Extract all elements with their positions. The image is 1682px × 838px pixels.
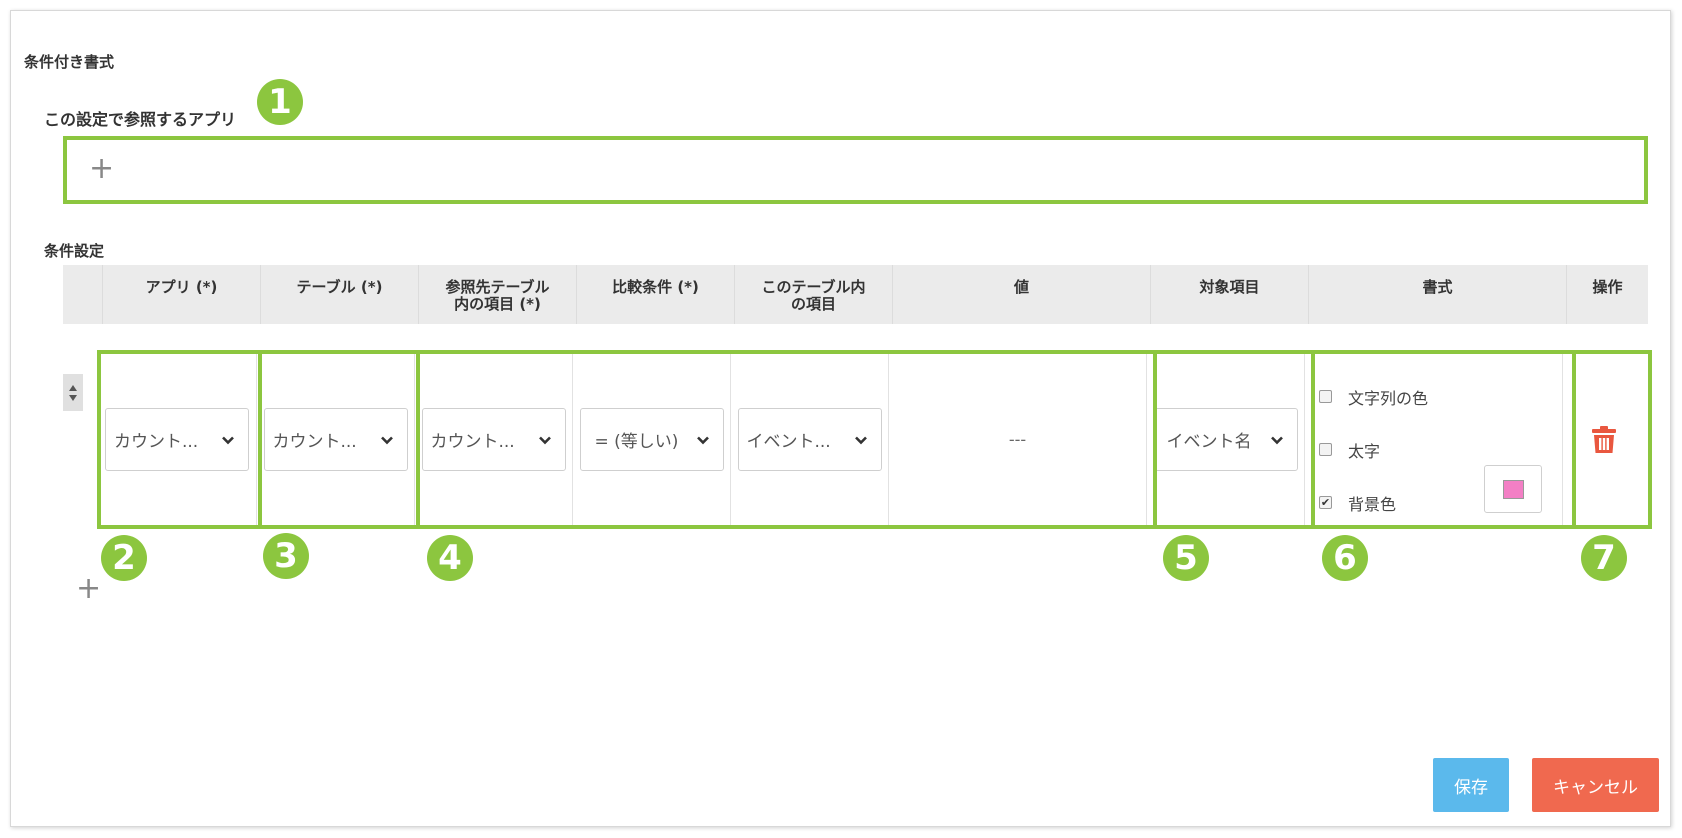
cell-format: 文字列の色 太字 ✔ 背景色 — [1304, 352, 1562, 527]
cell-ref-field: カウント... — [414, 352, 572, 527]
condition-row: カウント... カウント... カウント... = (等しい) イベント... … — [98, 352, 1648, 527]
add-ref-app-icon[interactable]: + — [89, 154, 114, 184]
bold-checkbox[interactable] — [1319, 443, 1332, 456]
badge-4: 4 — [427, 535, 473, 581]
field-select-value: イベント... — [746, 432, 831, 452]
ref-field-select[interactable]: カウント... — [421, 408, 566, 471]
app-select[interactable]: カウント... — [105, 408, 249, 471]
header-value: 値 — [892, 265, 1150, 324]
page-title: 条件付き書式 — [24, 53, 115, 71]
cell-table: カウント... — [256, 352, 414, 527]
target-select-value: イベント名 — [1166, 432, 1252, 452]
badge-1: 1 — [257, 79, 303, 125]
header-field: このテーブル内 の項目 — [734, 265, 892, 324]
cell-field: イベント... — [730, 352, 888, 527]
compare-select[interactable]: = (等しい) — [579, 408, 724, 471]
save-button[interactable]: 保存 — [1433, 758, 1509, 812]
cell-action — [1562, 352, 1644, 527]
field-select[interactable]: イベント... — [737, 408, 882, 471]
value-text: --- — [1008, 430, 1027, 449]
header-target: 対象項目 — [1150, 265, 1308, 324]
header-ref-field: 参照先テーブル 内の項目 (*) — [418, 265, 576, 324]
chevron-down-icon — [854, 436, 867, 444]
ref-app-box: + — [63, 136, 1648, 204]
sort-icon — [69, 384, 77, 401]
badge-7: 7 — [1581, 535, 1627, 581]
ref-app-label: この設定で参照するアプリ — [44, 110, 237, 129]
badge-6: 6 — [1322, 535, 1368, 581]
bg-color-picker[interactable] — [1484, 465, 1542, 513]
table-select[interactable]: カウント... — [263, 408, 408, 471]
bg-color-checkbox[interactable]: ✔ — [1319, 496, 1332, 509]
format-option-label: 背景色 — [1348, 494, 1397, 514]
compare-select-value: = (等しい) — [594, 432, 679, 452]
cell-compare: = (等しい) — [572, 352, 730, 527]
chevron-down-icon — [696, 436, 709, 444]
app-select-value: カウント... — [114, 432, 199, 452]
header-action: 操作 — [1566, 265, 1648, 324]
header-table: テーブル (*) — [260, 265, 418, 324]
add-condition-icon[interactable]: + — [76, 574, 101, 604]
chevron-down-icon — [1270, 436, 1283, 444]
format-option-text-color: 文字列の色 — [1319, 370, 1552, 423]
trash-icon[interactable] — [1591, 425, 1617, 454]
ref-field-select-value: カウント... — [430, 432, 515, 452]
header-drag — [63, 265, 102, 324]
header-format: 書式 — [1308, 265, 1566, 324]
format-option-label: 太字 — [1348, 441, 1381, 461]
cell-app: カウント... — [98, 352, 256, 527]
drag-handle[interactable] — [63, 374, 83, 411]
cell-target: イベント名 — [1146, 352, 1304, 527]
table-header: アプリ (*) テーブル (*) 参照先テーブル 内の項目 (*) 比較条件 (… — [63, 265, 1648, 324]
chevron-down-icon — [380, 436, 393, 444]
badge-5: 5 — [1163, 535, 1209, 581]
text-color-checkbox[interactable] — [1319, 390, 1332, 403]
bg-color-swatch — [1502, 479, 1524, 499]
condition-label: 条件設定 — [44, 242, 105, 260]
cancel-button[interactable]: キャンセル — [1532, 758, 1659, 812]
badge-2: 2 — [101, 535, 147, 581]
header-app: アプリ (*) — [102, 265, 260, 324]
target-select[interactable]: イベント名 — [1153, 408, 1298, 471]
cell-value: --- — [888, 352, 1146, 527]
table-select-value: カウント... — [272, 432, 357, 452]
format-option-label: 文字列の色 — [1348, 388, 1429, 408]
chevron-down-icon — [222, 436, 234, 444]
header-compare: 比較条件 (*) — [576, 265, 734, 324]
badge-3: 3 — [263, 533, 309, 579]
chevron-down-icon — [538, 436, 551, 444]
